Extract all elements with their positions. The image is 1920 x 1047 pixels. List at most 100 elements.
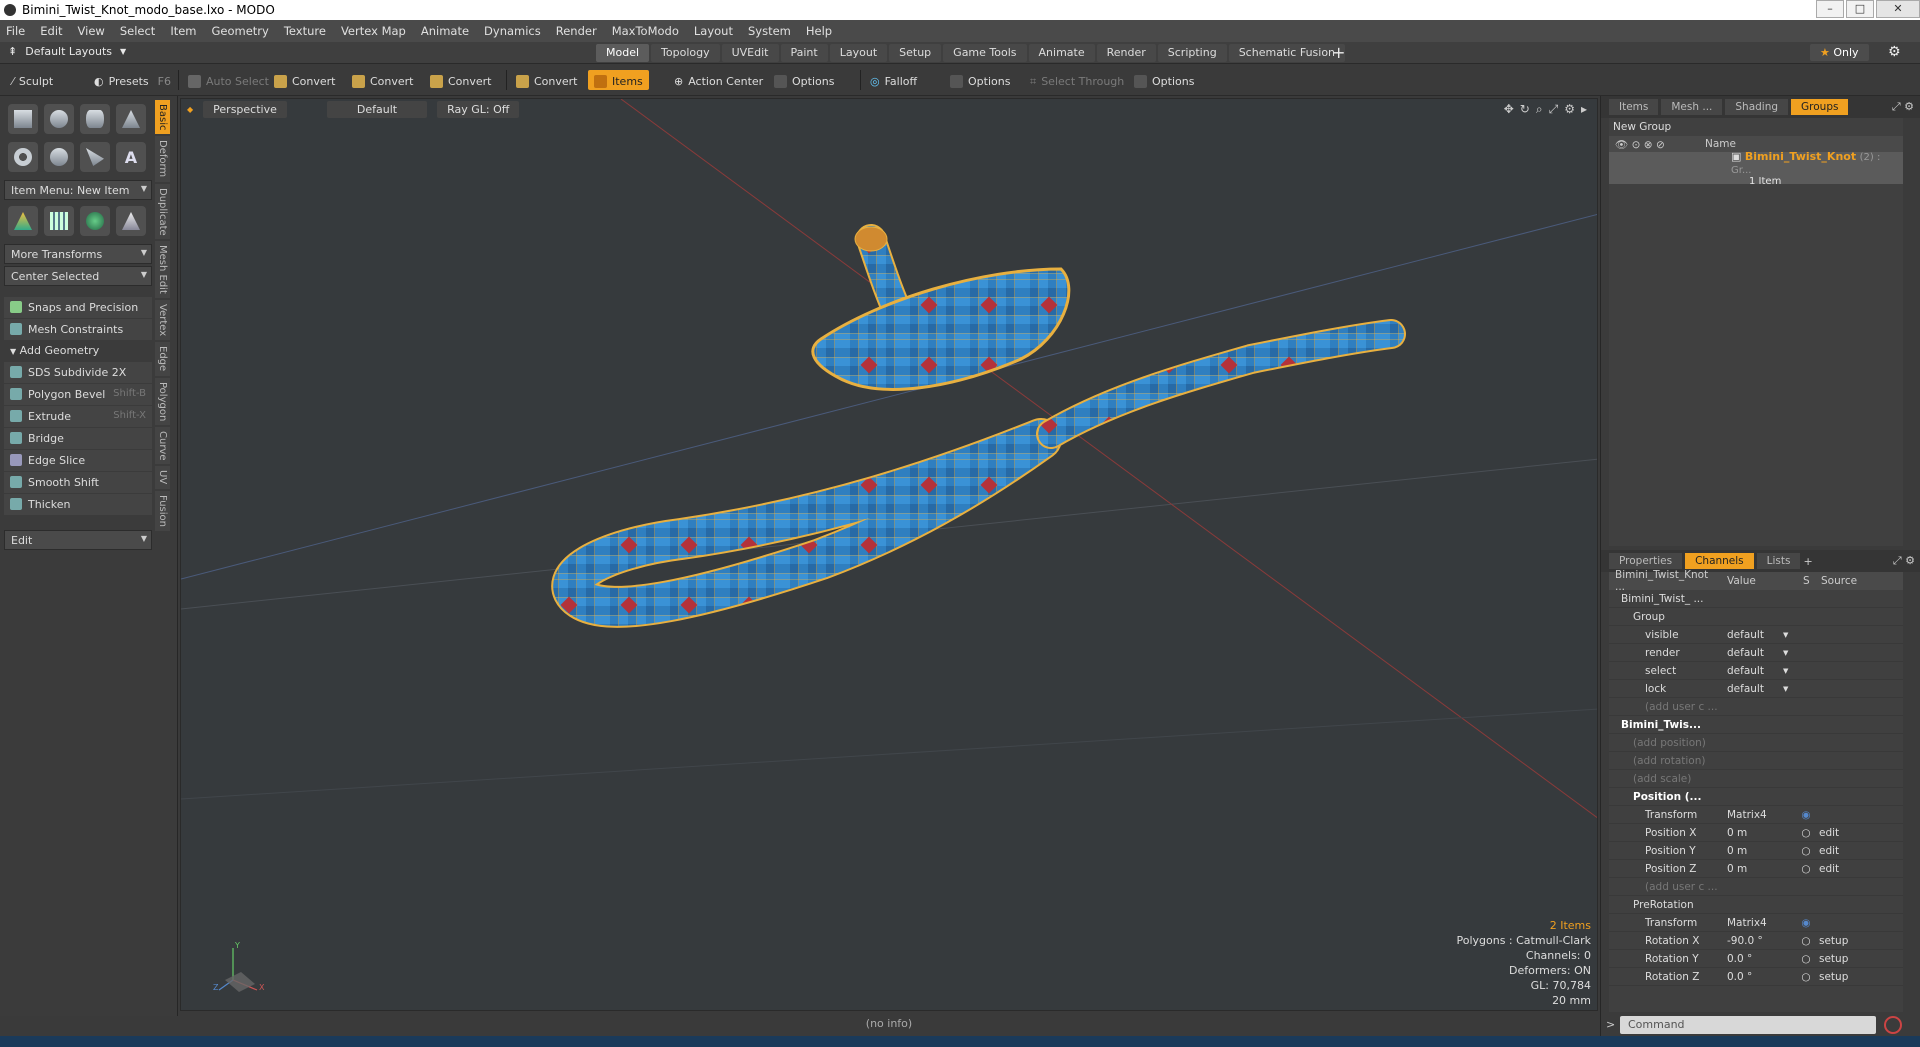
action-center-button[interactable]: ⊕ Action Center bbox=[668, 70, 769, 90]
channel-value[interactable]: default bbox=[1721, 629, 1797, 641]
bridge-button[interactable]: Bridge bbox=[4, 428, 152, 449]
keyframe-icon[interactable]: ○ bbox=[1797, 971, 1815, 983]
tab-animate[interactable]: Animate bbox=[1028, 44, 1095, 62]
channel-row[interactable]: (add position) bbox=[1609, 734, 1903, 752]
rope-knot-model[interactable] bbox=[551, 224, 1406, 628]
channel-row[interactable]: PreRotation bbox=[1609, 896, 1903, 914]
channel-row[interactable]: Position Z 0 m ○ edit bbox=[1609, 860, 1903, 878]
close-button[interactable]: ✕ bbox=[1876, 0, 1920, 18]
menu-animate[interactable]: Animate bbox=[421, 24, 469, 38]
channel-row[interactable]: Transform Matrix4 ◉ bbox=[1609, 806, 1903, 824]
tab-setup[interactable]: Setup bbox=[889, 44, 942, 62]
tab-shading[interactable]: Shading bbox=[1725, 99, 1789, 115]
channel-value[interactable]: Matrix4 bbox=[1721, 809, 1797, 821]
channel-value[interactable]: default bbox=[1721, 665, 1797, 677]
vtab-polygon[interactable]: Polygon bbox=[155, 377, 170, 425]
falloff-options-button[interactable]: Options bbox=[944, 70, 1016, 90]
channel-row[interactable]: (add user c ... bbox=[1609, 878, 1903, 896]
keyframe-icon[interactable]: ○ bbox=[1797, 953, 1815, 965]
channel-value[interactable]: default bbox=[1721, 683, 1797, 695]
menu-dynamics[interactable]: Dynamics bbox=[484, 24, 541, 38]
new-group-button[interactable]: New Group bbox=[1609, 118, 1903, 136]
link-icon[interactable]: ◉ bbox=[1797, 917, 1815, 929]
pen-tool-icon[interactable] bbox=[80, 142, 110, 172]
tab-uvedit[interactable]: UVEdit bbox=[721, 44, 779, 62]
tab-scripting[interactable]: Scripting bbox=[1157, 44, 1227, 62]
channel-row[interactable]: (add scale) bbox=[1609, 770, 1903, 788]
select-through-button[interactable]: ⌗ Select Through bbox=[1024, 70, 1130, 90]
items-mode-button[interactable]: Items bbox=[588, 70, 649, 90]
link-icon[interactable]: ◉ bbox=[1797, 809, 1815, 821]
channel-row[interactable]: render default ▼ bbox=[1609, 644, 1903, 662]
menu-maxtomodo[interactable]: MaxToModo bbox=[612, 24, 679, 38]
tab-groups[interactable]: Groups bbox=[1791, 99, 1849, 115]
raygl-button[interactable]: Ray GL: Off bbox=[437, 100, 520, 118]
menu-render[interactable]: Render bbox=[556, 24, 597, 38]
shading-style-button[interactable]: Default bbox=[326, 100, 428, 118]
transform-tool-icon[interactable] bbox=[8, 206, 38, 236]
gear-icon[interactable]: ⚙ bbox=[1888, 44, 1901, 60]
channel-value[interactable]: default bbox=[1721, 647, 1797, 659]
cube-primitive-icon[interactable] bbox=[8, 104, 38, 134]
tab-paint[interactable]: Paint bbox=[780, 44, 828, 62]
sphere-primitive-icon[interactable] bbox=[44, 104, 74, 134]
tab-game-tools[interactable]: Game Tools bbox=[943, 44, 1027, 62]
channel-row[interactable]: Group bbox=[1609, 608, 1903, 626]
menu-texture[interactable]: Texture bbox=[284, 24, 326, 38]
vtab-duplicate[interactable]: Duplicate bbox=[155, 183, 170, 240]
menu-view[interactable]: View bbox=[78, 24, 105, 38]
channel-value[interactable]: 0 m bbox=[1721, 863, 1797, 875]
mesh-constraints-button[interactable]: Mesh Constraints bbox=[4, 319, 152, 340]
vtab-curve[interactable]: Curve bbox=[155, 426, 170, 465]
add-geometry-section[interactable]: ▼ Add Geometry bbox=[4, 341, 152, 361]
menu-help[interactable]: Help bbox=[806, 24, 832, 38]
channel-value[interactable]: Matrix4 bbox=[1721, 917, 1797, 929]
keyframe-icon[interactable]: ○ bbox=[1797, 863, 1815, 875]
convert-polygons-button[interactable]: Convert bbox=[424, 70, 498, 90]
vtab-edge[interactable]: Edge bbox=[155, 342, 170, 376]
panel-maximize-icon[interactable]: ⤢ ⚙ bbox=[1893, 554, 1915, 568]
tab-render[interactable]: Render bbox=[1096, 44, 1156, 62]
sculpt-button[interactable]: ⁄ Sculpt bbox=[6, 70, 59, 90]
auto-select-button[interactable]: Auto Select bbox=[182, 70, 275, 90]
sds-subdivide-button[interactable]: SDS Subdivide 2X bbox=[4, 362, 152, 383]
edit-dropdown[interactable]: Edit bbox=[4, 530, 152, 550]
zoom-icon[interactable]: ⌕ bbox=[1536, 102, 1543, 117]
channel-row[interactable]: Bimini_Twis... bbox=[1609, 716, 1903, 734]
vtab-uv[interactable]: UV bbox=[155, 466, 170, 489]
channel-row[interactable]: Transform Matrix4 ◉ bbox=[1609, 914, 1903, 932]
viewport-menu-arrow-icon[interactable]: ▸ bbox=[1581, 102, 1587, 117]
command-input[interactable]: Command bbox=[1620, 1016, 1876, 1034]
menu-edit[interactable]: Edit bbox=[40, 24, 62, 38]
fit-view-icon[interactable]: ⤢ bbox=[1549, 102, 1559, 117]
tab-layout[interactable]: Layout bbox=[829, 44, 888, 62]
menu-vertex-map[interactable]: Vertex Map bbox=[341, 24, 406, 38]
channel-row[interactable]: Position Y 0 m ○ edit bbox=[1609, 842, 1903, 860]
pan-icon[interactable]: ✥ bbox=[1504, 102, 1514, 117]
viewport-collapse-icon[interactable]: ◆ bbox=[187, 105, 193, 114]
command-history-icon[interactable] bbox=[1884, 1016, 1902, 1034]
tab-mesh[interactable]: Mesh ... bbox=[1661, 99, 1723, 115]
keyframe-icon[interactable]: ○ bbox=[1797, 935, 1815, 947]
channel-value[interactable]: 0.0 ° bbox=[1721, 971, 1797, 983]
select-through-options-button[interactable]: Options bbox=[1128, 70, 1200, 90]
add-tab-icon[interactable]: + bbox=[1332, 43, 1345, 62]
menu-geometry[interactable]: Geometry bbox=[212, 24, 269, 38]
falloff-button[interactable]: ◎ Falloff bbox=[864, 70, 923, 90]
more-transforms-dropdown[interactable]: More Transforms bbox=[4, 244, 152, 264]
panel-maximize-icon[interactable]: ⤢ ⚙ bbox=[1892, 100, 1914, 114]
tab-properties[interactable]: Properties bbox=[1609, 553, 1683, 569]
default-layouts-dropdown[interactable]: ⇞ Default Layouts ▼ bbox=[8, 45, 126, 58]
channel-row[interactable]: visible default ▼ bbox=[1609, 626, 1903, 644]
vtab-fusion[interactable]: Fusion bbox=[155, 490, 170, 531]
menu-select[interactable]: Select bbox=[120, 24, 155, 38]
cylinder-primitive-icon[interactable] bbox=[80, 104, 110, 134]
channel-row[interactable]: lock default ▼ bbox=[1609, 680, 1903, 698]
capsule-primitive-icon[interactable] bbox=[44, 142, 74, 172]
group-row-bimini[interactable]: ▣ Bimini_Twist_Knot (2) : Gr... 1 Item bbox=[1609, 150, 1903, 187]
torus-primitive-icon[interactable] bbox=[8, 142, 38, 172]
tab-model[interactable]: Model bbox=[596, 44, 650, 62]
pyramid-tool-icon[interactable] bbox=[116, 206, 146, 236]
edge-slice-button[interactable]: Edge Slice bbox=[4, 450, 152, 471]
channel-value[interactable]: 0.0 ° bbox=[1721, 953, 1797, 965]
